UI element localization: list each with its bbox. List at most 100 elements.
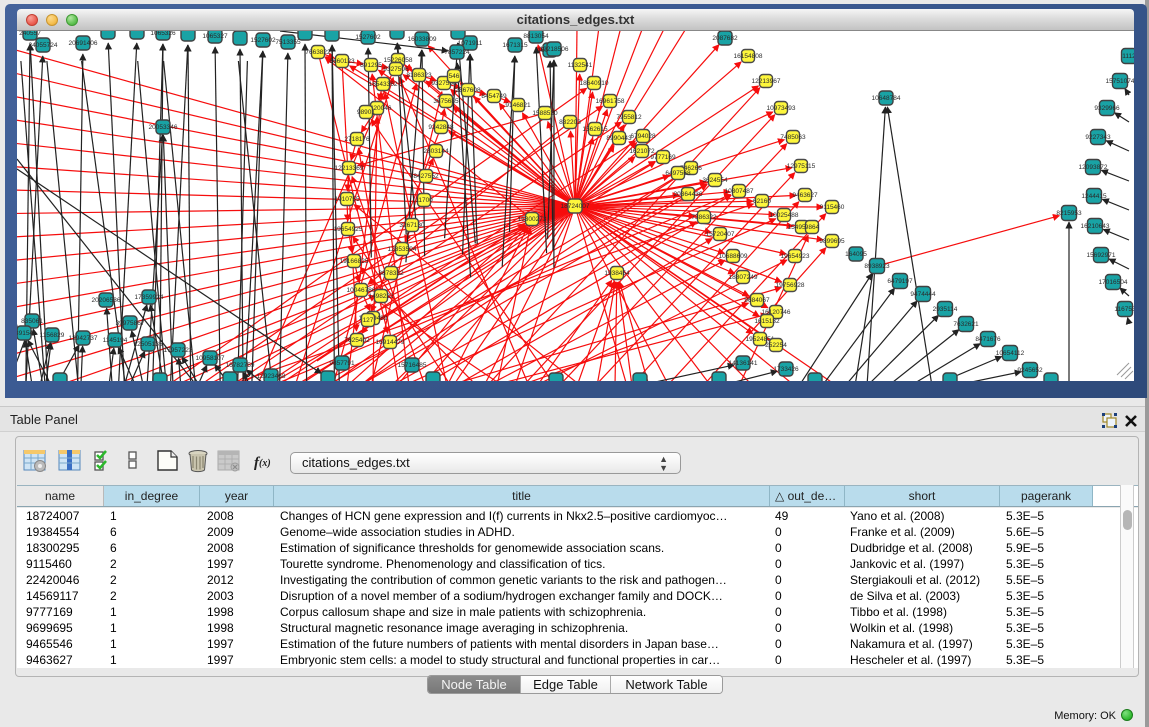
svg-text:19654925: 19654925 (334, 226, 363, 233)
svg-text:19166825: 19166825 (340, 258, 369, 265)
svg-text:1671315: 1671315 (502, 42, 528, 49)
svg-text:8660123: 8660123 (329, 58, 355, 65)
svg-text:16543362: 16543362 (369, 81, 398, 88)
svg-text:12942737: 12942737 (69, 335, 98, 342)
svg-text:1244415: 1244415 (1081, 193, 1107, 200)
svg-text:20691406: 20691406 (69, 40, 98, 47)
svg-text:7513355: 7513355 (275, 39, 301, 46)
svg-text:39975867: 39975867 (116, 320, 145, 327)
svg-text:20206536: 20206536 (92, 297, 121, 304)
svg-text:7485063: 7485063 (780, 134, 806, 141)
svg-text:9864: 9864 (805, 224, 820, 231)
svg-text:9899695: 9899695 (819, 238, 845, 245)
svg-text:1733426: 1733426 (773, 366, 799, 373)
svg-text:1065326: 1065326 (150, 31, 176, 37)
svg-text:12353594: 12353594 (388, 246, 417, 253)
svg-text:1527602: 1527602 (355, 34, 381, 41)
svg-text:15692971: 15692971 (1087, 252, 1116, 259)
svg-text:9329966: 9329966 (1094, 105, 1120, 112)
svg-text:8186323: 8186323 (406, 72, 432, 79)
svg-text:7632621: 7632621 (953, 321, 979, 328)
svg-text:2803144: 2803144 (423, 148, 449, 155)
svg-text:18640910: 18640910 (580, 80, 609, 87)
svg-text:116753: 116753 (1114, 306, 1134, 313)
svg-text:1562615: 1562615 (582, 126, 608, 133)
svg-text:9245652: 9245652 (1017, 367, 1043, 374)
svg-text:3624554: 3624554 (702, 177, 728, 184)
svg-text:9146821: 9146821 (505, 102, 531, 109)
svg-text:7386322: 7386322 (691, 214, 717, 221)
svg-text:16914479: 16914479 (376, 339, 405, 346)
svg-text:1132541: 1132541 (568, 62, 593, 69)
svg-text:9474444: 9474444 (910, 291, 936, 298)
svg-text:1156829: 1156829 (40, 332, 65, 339)
svg-text:9327506: 9327506 (383, 66, 409, 73)
svg-text:12093872: 12093872 (1079, 164, 1108, 171)
svg-text:11700: 11700 (415, 197, 433, 204)
svg-text:9227343: 9227343 (1085, 134, 1111, 141)
svg-text:17359924: 17359924 (135, 294, 164, 301)
svg-text:18724007: 18724007 (561, 203, 590, 210)
svg-text:10654112: 10654112 (996, 350, 1025, 357)
svg-text:240557: 240557 (19, 31, 41, 37)
svg-text:62160: 62160 (753, 198, 771, 205)
svg-text:12213967: 12213967 (752, 78, 781, 85)
svg-text:1938454: 1938454 (604, 270, 630, 277)
svg-text:1112: 1112 (1122, 53, 1134, 60)
svg-text:8471676: 8471676 (975, 336, 1001, 343)
svg-text:1010755: 1010755 (334, 196, 360, 203)
svg-text:8813054: 8813054 (523, 33, 549, 40)
svg-text:14136141: 14136141 (729, 360, 758, 367)
svg-text:7857224: 7857224 (444, 49, 470, 56)
svg-text:17016504: 17016504 (1099, 279, 1128, 286)
svg-text:164095: 164095 (845, 251, 867, 258)
svg-text:10807487: 10807487 (725, 188, 754, 195)
svg-text:2718176: 2718176 (344, 136, 370, 143)
svg-text:546: 546 (449, 73, 460, 80)
svg-text:(x): (x) (259, 458, 271, 469)
svg-text:2935114: 2935114 (933, 306, 958, 313)
svg-text:6794028: 6794028 (630, 133, 656, 140)
svg-text:832203: 832203 (559, 119, 581, 126)
svg-text:835061: 835061 (21, 318, 43, 325)
svg-text:19218506: 19218506 (540, 46, 569, 53)
svg-text:891295: 891295 (360, 62, 382, 69)
svg-text:15720407: 15720407 (706, 231, 735, 238)
svg-text:3875685: 3875685 (433, 98, 459, 105)
svg-text:10025488: 10025488 (770, 212, 799, 219)
svg-text:1065327: 1065327 (202, 33, 228, 40)
svg-text:6497568: 6497568 (665, 170, 691, 177)
svg-text:15751074: 15751074 (1106, 78, 1134, 85)
svg-text:12213369: 12213369 (335, 165, 364, 172)
svg-text:8215953: 8215953 (1056, 210, 1082, 217)
svg-text:8427552: 8427552 (413, 173, 439, 180)
svg-text:8990443: 8990443 (606, 135, 632, 142)
svg-text:127: 127 (363, 317, 374, 324)
svg-text:15716485: 15716485 (398, 362, 427, 369)
svg-text:98901: 98901 (357, 109, 375, 116)
svg-text:12923468: 12923468 (257, 373, 286, 380)
svg-text:1588520: 1588520 (532, 110, 558, 117)
svg-text:20364436: 20364436 (674, 191, 703, 198)
svg-text:7625402: 7625402 (344, 337, 370, 344)
svg-text:9684067: 9684067 (744, 297, 770, 304)
svg-text:1145194: 1145194 (103, 337, 128, 344)
svg-text:15300273: 15300273 (518, 216, 547, 223)
svg-text:9463627: 9463627 (792, 192, 818, 199)
svg-text:2087682: 2087682 (712, 35, 738, 42)
svg-text:6479197: 6479197 (887, 278, 913, 285)
svg-text:19756928: 19756928 (776, 282, 805, 289)
svg-text:16154808: 16154808 (734, 53, 763, 60)
svg-text:16033809: 16033809 (408, 36, 437, 43)
svg-text:12505135: 12505135 (134, 341, 163, 348)
svg-text:9115460: 9115460 (820, 204, 845, 211)
svg-text:9777169: 9777169 (650, 154, 676, 161)
svg-text:9857791: 9857791 (329, 360, 355, 367)
svg-text:12975115: 12975115 (787, 163, 816, 170)
svg-text:10648784: 10648784 (872, 95, 901, 102)
svg-text:10958107: 10958107 (196, 355, 225, 362)
svg-text:10688609: 10688609 (719, 253, 748, 260)
svg-text:18807249: 18807249 (729, 274, 758, 281)
svg-text:39154: 39154 (17, 330, 33, 337)
svg-text:16210643: 16210643 (1081, 223, 1110, 230)
